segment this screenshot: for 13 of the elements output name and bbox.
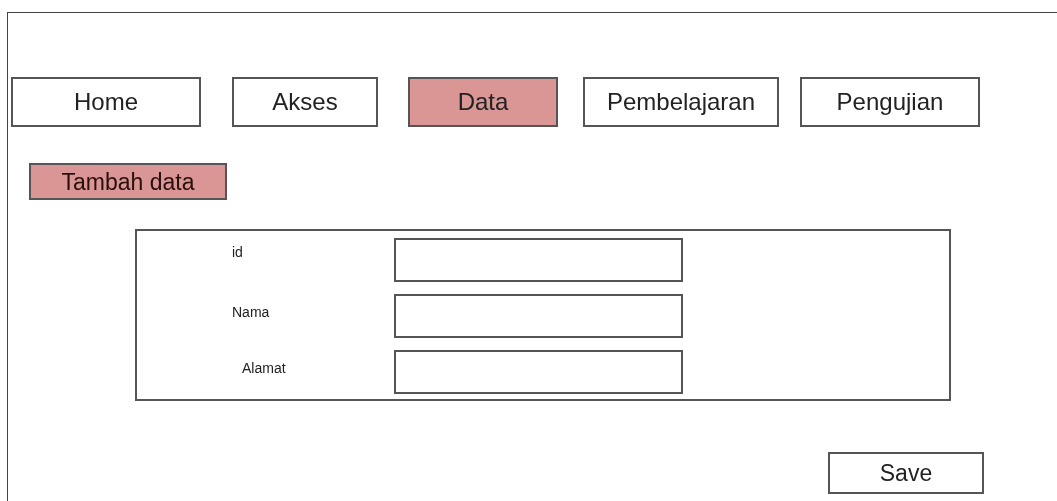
nav-tab[interactable]: Pembelajaran bbox=[583, 77, 779, 127]
field-label: Nama bbox=[231, 303, 271, 322]
input-field[interactable] bbox=[394, 350, 683, 394]
nav-tab[interactable]: Pengujian bbox=[800, 77, 980, 127]
input-field[interactable] bbox=[394, 294, 683, 338]
add-data-button[interactable]: Tambah data bbox=[29, 163, 227, 200]
input-field[interactable] bbox=[394, 238, 683, 282]
field-label: id bbox=[231, 243, 244, 262]
nav-tab[interactable]: Home bbox=[11, 77, 201, 127]
field-label: Alamat bbox=[241, 359, 287, 378]
nav-tab[interactable]: Akses bbox=[232, 77, 378, 127]
nav-tab[interactable]: Data bbox=[408, 77, 558, 127]
save-button[interactable]: Save bbox=[828, 452, 984, 494]
